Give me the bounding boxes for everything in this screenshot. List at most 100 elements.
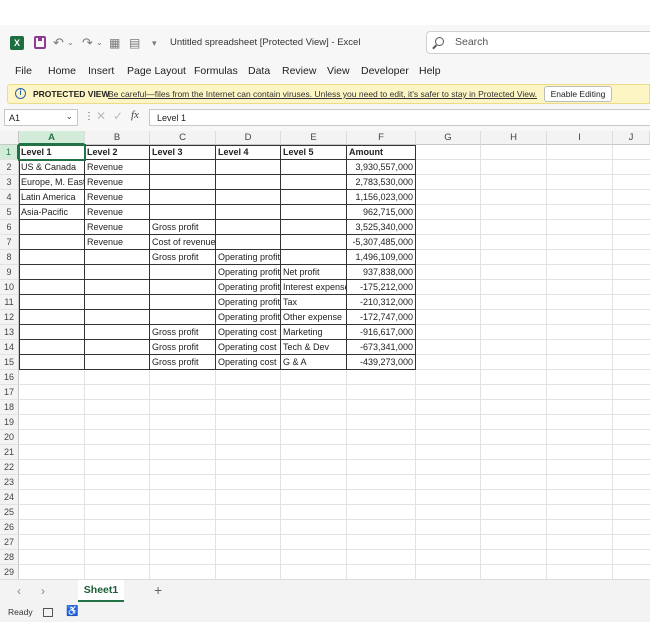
table-cell[interactable] (281, 190, 347, 205)
table-cell[interactable] (216, 235, 281, 250)
row-header-9[interactable]: 9 (0, 265, 19, 280)
table-cell[interactable] (19, 280, 85, 295)
row-header-11[interactable]: 11 (0, 295, 19, 310)
table-cell[interactable]: -210,312,000 (347, 295, 416, 310)
table-cell[interactable] (150, 205, 216, 220)
table-cell[interactable]: 3,525,340,000 (347, 220, 416, 235)
table-cell[interactable]: US & Canada (19, 160, 85, 175)
row-header-12[interactable]: 12 (0, 310, 19, 325)
table-cell[interactable]: Operating cost (216, 340, 281, 355)
table-cell[interactable] (85, 325, 150, 340)
enable-editing-button[interactable]: Enable Editing (544, 86, 612, 102)
row-header-7[interactable]: 7 (0, 235, 19, 250)
row-header-8[interactable]: 8 (0, 250, 19, 265)
search-box[interactable]: Search (426, 31, 650, 54)
table-header-cell[interactable]: Amount (347, 145, 416, 160)
row-header-15[interactable]: 15 (0, 355, 19, 370)
table-cell[interactable] (19, 310, 85, 325)
table-cell[interactable] (85, 280, 150, 295)
table-cell[interactable] (19, 220, 85, 235)
column-header-i[interactable]: I (547, 131, 613, 145)
sheet-tab-sheet1[interactable]: Sheet1 (78, 580, 124, 602)
table-cell[interactable] (19, 295, 85, 310)
table-cell[interactable]: Gross profit (150, 325, 216, 340)
table-cell[interactable]: -172,747,000 (347, 310, 416, 325)
column-header-d[interactable]: D (216, 131, 281, 145)
table-cell[interactable] (281, 235, 347, 250)
row-header-4[interactable]: 4 (0, 190, 19, 205)
table-cell[interactable]: Tax (281, 295, 347, 310)
column-header-h[interactable]: H (481, 131, 547, 145)
table-cell[interactable] (85, 355, 150, 370)
menu-home[interactable]: Home (48, 65, 76, 77)
table-cell[interactable]: Latin America (19, 190, 85, 205)
table-icon[interactable]: ▦ (109, 35, 120, 51)
customize-qat-icon[interactable]: ▾ (152, 35, 157, 51)
table-cell[interactable]: Operating profit (216, 310, 281, 325)
table-cell[interactable] (85, 310, 150, 325)
table-cell[interactable]: Operating profit (216, 265, 281, 280)
table-cell[interactable]: Tech & Dev (281, 340, 347, 355)
accessibility-icon[interactable]: ♿ (66, 606, 78, 617)
row-header-26[interactable]: 26 (0, 520, 19, 535)
table-header-cell[interactable]: Level 1 (19, 145, 85, 160)
column-header-f[interactable]: F (347, 131, 416, 145)
column-header-g[interactable]: G (416, 131, 481, 145)
table-cell[interactable]: Revenue (85, 205, 150, 220)
table-cell[interactable]: Revenue (85, 160, 150, 175)
spreadsheet-grid[interactable]: A B C D E F G H I J 1 2 3 4 5 6 7 8 9 10 11 12 13 14 15 16 17 18 19 2… (0, 131, 650, 580)
table-cell[interactable] (19, 355, 85, 370)
more-options-icon[interactable]: ⋮ (84, 111, 94, 122)
table-cell[interactable]: 1,156,023,000 (347, 190, 416, 205)
row-header-5[interactable]: 5 (0, 205, 19, 220)
table-cell[interactable]: Operating profit (216, 250, 281, 265)
table-cell[interactable]: Revenue (85, 220, 150, 235)
cell-mode-icon[interactable] (43, 608, 53, 617)
row-header-20[interactable]: 20 (0, 430, 19, 445)
table-cell[interactable] (85, 295, 150, 310)
prev-sheet-icon[interactable]: ‹ (17, 584, 21, 598)
table-cell[interactable]: Operating profit (216, 295, 281, 310)
menu-data[interactable]: Data (248, 65, 270, 77)
table-cell[interactable]: 2,783,530,000 (347, 175, 416, 190)
menu-page-layout[interactable]: Page Layout (127, 65, 186, 77)
table-cell[interactable] (150, 175, 216, 190)
table-cell[interactable]: -175,212,000 (347, 280, 416, 295)
protected-view-message[interactable]: Be careful—files from the Internet can c… (108, 89, 537, 99)
insert-function-icon[interactable]: fx (131, 109, 139, 121)
table-cell[interactable]: Gross profit (150, 220, 216, 235)
table-cell[interactable]: 937,838,000 (347, 265, 416, 280)
table-cell[interactable] (216, 205, 281, 220)
table-cell[interactable]: -439,273,000 (347, 355, 416, 370)
redo-dropdown-icon[interactable]: ⌄ (96, 35, 103, 51)
select-all-corner[interactable] (0, 131, 19, 145)
redo-icon[interactable]: ↷ (82, 35, 93, 51)
row-header-23[interactable]: 23 (0, 475, 19, 490)
table-cell[interactable] (281, 250, 347, 265)
cancel-icon[interactable]: ✕ (96, 109, 106, 123)
table-cell[interactable] (216, 220, 281, 235)
table-cell[interactable] (216, 190, 281, 205)
save-icon[interactable] (34, 36, 46, 49)
table-cell[interactable]: -673,341,000 (347, 340, 416, 355)
table-cell[interactable]: Operating cost (216, 325, 281, 340)
table-cell[interactable]: Gross profit (150, 340, 216, 355)
table-cell[interactable] (281, 220, 347, 235)
enter-icon[interactable]: ✓ (113, 109, 123, 123)
table-cell[interactable] (150, 265, 216, 280)
table-cell[interactable] (281, 160, 347, 175)
undo-dropdown-icon[interactable]: ⌄ (67, 35, 74, 51)
table-cell[interactable]: 3,930,557,000 (347, 160, 416, 175)
table-cell[interactable]: Revenue (85, 190, 150, 205)
row-header-18[interactable]: 18 (0, 400, 19, 415)
table-cell[interactable] (281, 175, 347, 190)
menu-insert[interactable]: Insert (88, 65, 114, 77)
table-cell[interactable] (150, 160, 216, 175)
row-header-21[interactable]: 21 (0, 445, 19, 460)
row-header-13[interactable]: 13 (0, 325, 19, 340)
menu-help[interactable]: Help (419, 65, 441, 77)
column-header-j[interactable]: J (613, 131, 650, 145)
table-cell[interactable] (150, 190, 216, 205)
table-cell[interactable]: -5,307,485,000 (347, 235, 416, 250)
formula-input[interactable]: Level 1 (149, 109, 650, 126)
